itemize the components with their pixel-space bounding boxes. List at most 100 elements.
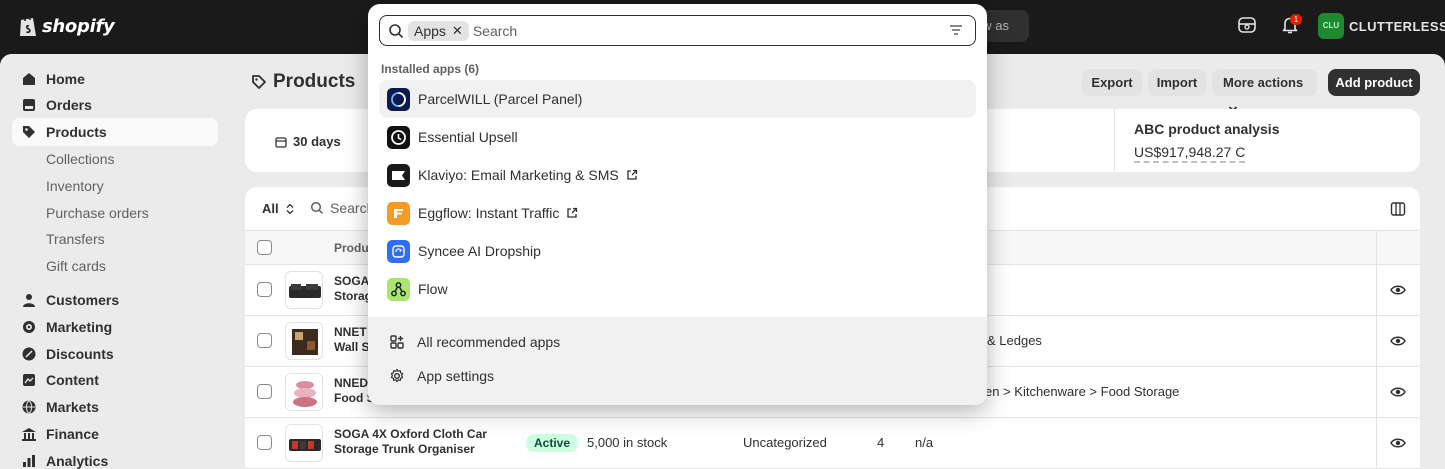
shopify-logo[interactable]: shopify [18, 14, 115, 38]
sidebar-item-label: Marketing [46, 319, 113, 335]
sidebar-sub-transfers[interactable]: Transfers [46, 231, 105, 247]
close-icon[interactable]: ✕ [452, 23, 463, 39]
store-name[interactable]: CLUTTERLESS [1349, 19, 1445, 34]
row-checkbox[interactable] [257, 282, 272, 297]
eye-icon[interactable] [1390, 333, 1406, 349]
card-divider [1114, 109, 1115, 172]
home-icon [23, 73, 35, 85]
filter-icon[interactable] [949, 24, 963, 36]
app-settings-link[interactable]: App settings [389, 368, 494, 384]
product-thumbnail [285, 373, 323, 411]
sidebar-item-finance[interactable]: Finance [12, 420, 218, 448]
sidebar: Home Orders Products Collections Invento… [0, 54, 230, 469]
columns-icon[interactable] [1390, 201, 1406, 217]
store-avatar[interactable]: CLU [1318, 13, 1344, 39]
sidebar-sub-gift-cards[interactable]: Gift cards [46, 258, 106, 274]
apps-filter-chip[interactable]: Apps ✕ [408, 20, 469, 41]
target-icon [23, 321, 35, 333]
sidebar-item-label: Analytics [46, 453, 109, 469]
app-item-parcelwill[interactable]: ParcelWILL (Parcel Panel) [379, 80, 976, 118]
all-recommended-apps-link[interactable]: All recommended apps [389, 334, 560, 350]
product-type: en > Kitchenware > Food Storage [985, 384, 1180, 399]
abc-value-suffix: C [1235, 144, 1246, 160]
sidebar-item-customers[interactable]: Customers [12, 286, 218, 314]
person-icon [23, 294, 35, 307]
klaviyo-icon [387, 163, 410, 187]
column-header-product[interactable]: Produ [334, 241, 369, 255]
bank-icon [22, 428, 36, 441]
sidebar-sub-inventory[interactable]: Inventory [46, 178, 104, 194]
product-name[interactable]: SOGA 4X Oxford Cloth Car Storage Trunk O… [334, 427, 504, 457]
sidebar-item-discounts[interactable]: Discounts [12, 340, 218, 368]
sidebar-item-label: Finance [46, 426, 99, 442]
orders-icon [23, 99, 35, 111]
sidebar-item-analytics[interactable]: Analytics [12, 447, 218, 469]
inventory-cell: 5,000 in stock [587, 435, 668, 450]
app-label: Eggflow: Instant Traffic [418, 205, 560, 221]
app-item-essential-upsell[interactable]: Essential Upsell [379, 118, 976, 156]
app-item-syncee[interactable]: Syncee AI Dropship [379, 232, 976, 270]
status-badge: Active [526, 434, 579, 452]
sidebar-sub-collections[interactable]: Collections [46, 151, 114, 167]
app-label: Essential Upsell [418, 129, 518, 145]
select-all-checkbox[interactable] [257, 240, 272, 255]
discount-icon [22, 347, 36, 361]
app-item-eggflow[interactable]: Eggflow: Instant Traffic [379, 194, 976, 232]
store-icon[interactable] [1237, 15, 1257, 35]
sidebar-sub-purchase-orders[interactable]: Purchase orders [46, 205, 149, 221]
essential-upsell-icon [387, 125, 410, 149]
sidebar-item-markets[interactable]: Markets [12, 393, 218, 421]
search-icon [310, 201, 324, 215]
sidebar-item-label: Home [46, 71, 85, 87]
page-title-text: Products [273, 71, 356, 92]
product-type: & Ledges [987, 333, 1042, 348]
eye-icon[interactable] [1390, 435, 1406, 451]
more-actions-button[interactable]: More actions [1212, 69, 1317, 112]
sidebar-item-content[interactable]: Content [12, 366, 218, 394]
sidebar-item-label: Customers [46, 292, 120, 308]
gear-icon [390, 368, 404, 383]
palette-search-field[interactable]: Apps ✕ [379, 15, 976, 46]
eye-icon[interactable] [1390, 384, 1406, 400]
product-thumbnail [285, 424, 323, 462]
category-cell: Uncategorized [743, 435, 827, 450]
notification-badge: 1 [1290, 14, 1302, 25]
content-icon [23, 374, 35, 386]
product-image [292, 329, 318, 355]
sidebar-item-label: Content [46, 372, 99, 388]
app-settings-label: App settings [417, 368, 495, 384]
import-button[interactable]: Import [1148, 69, 1206, 96]
add-product-button[interactable]: Add product [1328, 69, 1420, 96]
row-checkbox[interactable] [257, 384, 272, 399]
shopify-wordmark: shopify [42, 15, 115, 37]
export-button[interactable]: Export [1082, 69, 1142, 96]
sidebar-item-label: Discounts [46, 346, 114, 362]
app-label: Flow [418, 281, 448, 297]
filter-all-label: All [262, 201, 279, 216]
table-search[interactable]: Search [310, 200, 374, 216]
sidebar-item-label: Orders [46, 97, 92, 113]
row-checkbox[interactable] [257, 333, 272, 348]
external-link-icon [567, 207, 578, 218]
sidebar-item-orders[interactable]: Orders [12, 91, 218, 119]
app-item-klaviyo[interactable]: Klaviyo: Email Marketing & SMS [379, 156, 976, 194]
app-item-flow[interactable]: Flow [379, 270, 976, 308]
eye-icon[interactable] [1390, 282, 1406, 298]
date-range-button[interactable]: 30 days [275, 134, 341, 149]
installed-apps-heading: Installed apps (6) [381, 62, 480, 76]
abc-analysis-value[interactable]: US$917,948.27 C [1134, 144, 1246, 163]
table-row[interactable]: SOGA 4X Oxford Cloth Car Storage Trunk O… [245, 418, 1420, 469]
sidebar-item-marketing[interactable]: Marketing [12, 313, 218, 341]
shopify-bag-icon [20, 16, 36, 36]
palette-search-input[interactable] [472, 22, 933, 39]
filter-tab-all[interactable]: All [262, 201, 295, 216]
app-search-palette: Apps ✕ Installed apps (6) ParcelWILL (Pa… [368, 4, 987, 405]
chip-label: Apps [414, 22, 446, 39]
sort-toggle-icon [286, 203, 294, 214]
product-thumbnail [285, 322, 323, 360]
row-checkbox[interactable] [257, 435, 272, 450]
sidebar-item-home[interactable]: Home [12, 65, 218, 93]
abc-analysis-title: ABC product analysis [1134, 121, 1280, 137]
app-label: Klaviyo: Email Marketing & SMS [418, 167, 619, 183]
sidebar-item-products[interactable]: Products [12, 118, 218, 146]
